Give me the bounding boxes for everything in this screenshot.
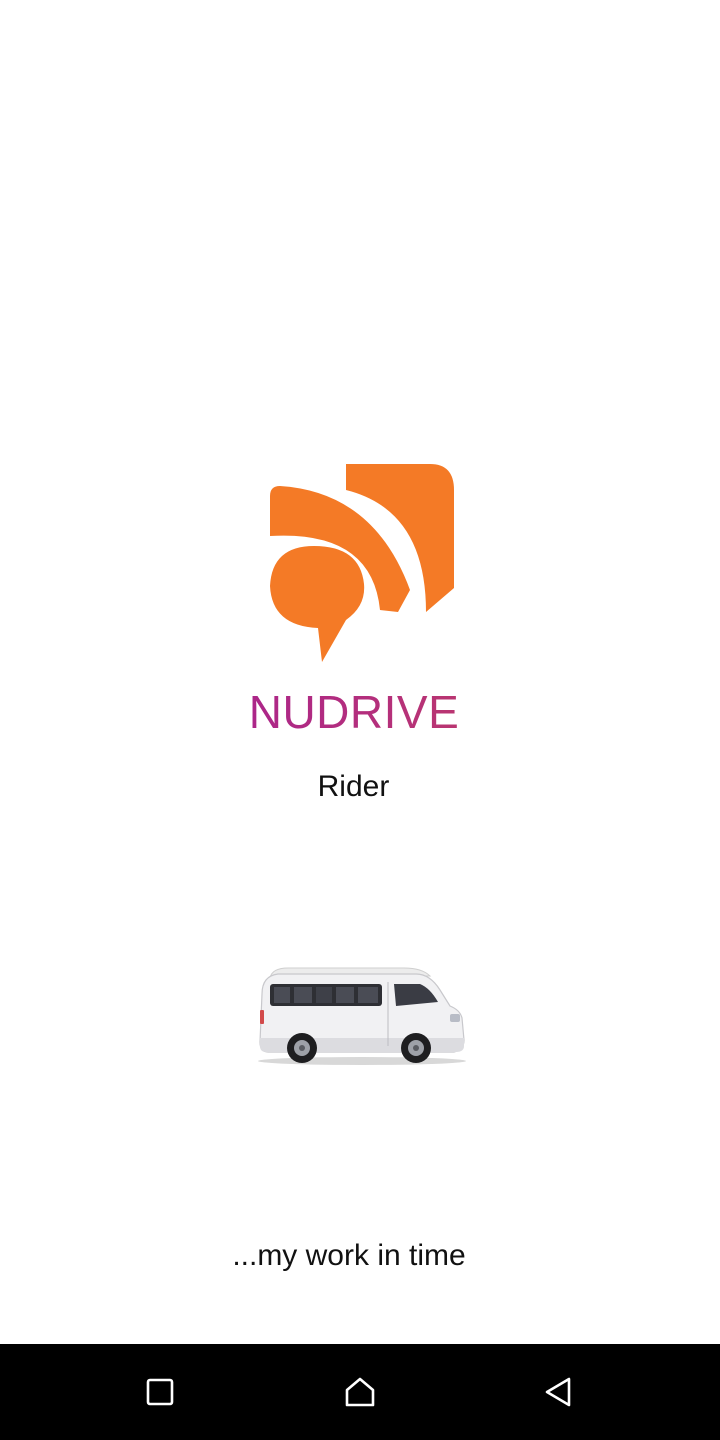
app-tagline: ...my work in time bbox=[232, 1239, 466, 1272]
logo-icon bbox=[270, 464, 454, 662]
home-button[interactable] bbox=[336, 1368, 384, 1416]
square-icon bbox=[146, 1378, 174, 1406]
brand-name: NUDRIVE bbox=[0, 684, 708, 740]
back-button[interactable] bbox=[534, 1368, 582, 1416]
system-navigation-bar bbox=[0, 1344, 720, 1440]
recent-apps-button[interactable] bbox=[136, 1368, 184, 1416]
app-subtitle: Rider bbox=[317, 770, 390, 803]
home-icon bbox=[345, 1377, 375, 1407]
back-triangle-icon bbox=[545, 1377, 571, 1407]
splash-screen: NUDRIVE Rider ...my work in time bbox=[0, 0, 720, 1440]
app-logo bbox=[262, 460, 458, 666]
minivan-image bbox=[254, 960, 468, 1070]
minivan-icon bbox=[258, 967, 466, 1065]
